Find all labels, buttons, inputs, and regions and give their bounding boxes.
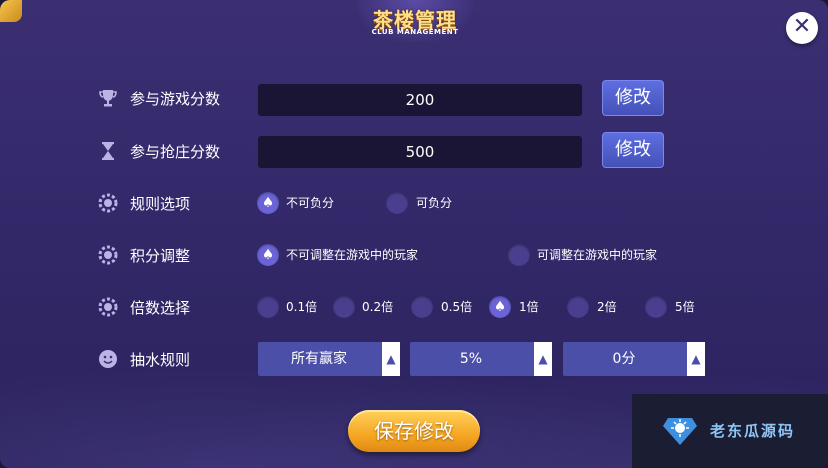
chevron-up-icon[interactable]: ▲ — [382, 342, 400, 376]
multiplier-5-text: 5倍 — [675, 300, 695, 314]
commission-rate-value: 5% — [459, 351, 483, 367]
commission-minimum-value: 0分 — [612, 351, 636, 367]
gear-icon — [98, 193, 118, 213]
rule-negative-radio[interactable] — [386, 192, 408, 214]
adjust-allowed-text: 可调整在游戏中的玩家 — [537, 248, 658, 262]
close-button[interactable]: ✕ — [786, 12, 818, 44]
rule-negative-text: 可负分 — [416, 196, 453, 210]
watermark-text: 老东瓜源码 — [710, 422, 796, 440]
hourglass-icon — [102, 142, 114, 160]
club-management-panel: 茶楼管理 CLUB MANAGEMENT ✕ 参与游戏分数 200 修改 参与抢… — [0, 0, 828, 468]
multiplier-1-text: 1倍 — [519, 300, 539, 314]
multiplier-2-radio[interactable] — [567, 296, 589, 318]
trophy-icon — [99, 90, 117, 107]
title-banner: 茶楼管理 CLUB MANAGEMENT — [356, 0, 474, 42]
commission-target-select[interactable]: 所有赢家 ▲ — [258, 342, 400, 376]
smiley-icon — [99, 350, 117, 368]
gear-icon — [98, 245, 118, 265]
game-score-input[interactable]: 200 — [258, 84, 582, 116]
multiplier-0-5-text: 0.5倍 — [441, 300, 473, 314]
rule-no-negative-radio[interactable]: ♠ — [257, 192, 279, 214]
multiplier-0-1-radio[interactable] — [257, 296, 279, 318]
multiplier-2-text: 2倍 — [597, 300, 617, 314]
multiplier-0-1-text: 0.1倍 — [286, 300, 318, 314]
diamond-icon — [663, 418, 697, 445]
adjust-disallowed-radio[interactable]: ♠ — [257, 244, 279, 266]
commission-label: 抽水规则 — [130, 351, 191, 369]
multiplier-1-radio[interactable]: ♠ — [489, 296, 511, 318]
corner-badge — [0, 0, 22, 22]
chevron-up-icon[interactable]: ▲ — [534, 342, 552, 376]
multiplier-0-2-text: 0.2倍 — [362, 300, 394, 314]
spade-icon: ♠ — [261, 247, 275, 263]
spade-icon: ♠ — [493, 299, 507, 315]
banker-score-input[interactable]: 500 — [258, 136, 582, 168]
adjust-disallowed-text: 不可调整在游戏中的玩家 — [286, 248, 419, 262]
banker-score-label: 参与抢庄分数 — [130, 143, 221, 161]
rule-no-negative-text: 不可负分 — [286, 196, 335, 210]
game-score-edit-button[interactable]: 修改 — [602, 80, 664, 116]
rule-options-label: 规则选项 — [130, 195, 191, 213]
save-changes-button[interactable]: 保存修改 — [348, 410, 480, 452]
watermark: 老东瓜源码 — [632, 394, 828, 468]
multiplier-label: 倍数选择 — [130, 299, 191, 317]
commission-minimum-select[interactable]: 0分 ▲ — [563, 342, 705, 376]
chevron-up-icon[interactable]: ▲ — [687, 342, 705, 376]
game-score-label: 参与游戏分数 — [130, 90, 221, 108]
multiplier-0-2-radio[interactable] — [333, 296, 355, 318]
commission-rate-select[interactable]: 5% ▲ — [410, 342, 552, 376]
banker-score-edit-button[interactable]: 修改 — [602, 132, 664, 168]
multiplier-0-5-radio[interactable] — [411, 296, 433, 318]
score-adjust-label: 积分调整 — [130, 247, 191, 265]
commission-target-value: 所有赢家 — [291, 351, 347, 367]
page-subtitle: CLUB MANAGEMENT — [371, 28, 459, 36]
multiplier-5-radio[interactable] — [645, 296, 667, 318]
close-icon: ✕ — [792, 14, 812, 39]
adjust-allowed-radio[interactable] — [508, 244, 530, 266]
gear-icon — [98, 297, 118, 317]
spade-icon: ♠ — [261, 195, 275, 211]
